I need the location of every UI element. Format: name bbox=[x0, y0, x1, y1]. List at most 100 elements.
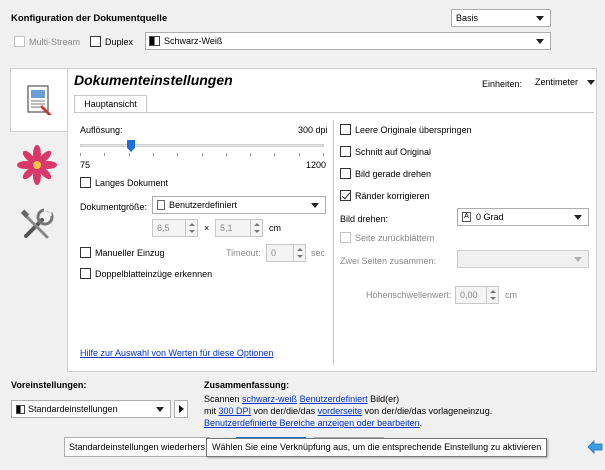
color-mode-icon bbox=[149, 36, 160, 46]
threshold-unit: cm bbox=[505, 290, 517, 300]
preset-icon bbox=[16, 405, 25, 414]
presets-value: Standardeinstellungen bbox=[28, 404, 118, 414]
page-flip-label: Seite zurückblättern bbox=[355, 233, 435, 243]
color-mode-value: Schwarz-Weiß bbox=[164, 36, 223, 46]
chevron-down-icon bbox=[587, 80, 595, 85]
resolution-label: Auflösung: bbox=[80, 125, 123, 135]
straighten-checkbox[interactable] bbox=[340, 168, 351, 179]
double-feed-label: Doppelblatteinzüge erkennen bbox=[95, 269, 213, 279]
summary-title: Zusammenfassung: bbox=[204, 380, 290, 390]
chevron-down-icon bbox=[574, 215, 582, 220]
resolution-slider[interactable] bbox=[80, 140, 324, 158]
units-value: Zentimeter bbox=[535, 77, 579, 87]
document-size-label: Dokumentgröße: bbox=[80, 202, 148, 212]
skip-blank-label: Leere Originale überspringen bbox=[355, 125, 472, 135]
spin-arrows-icon[interactable] bbox=[293, 245, 305, 261]
chevron-down-icon bbox=[574, 257, 582, 262]
source-title: Konfiguration der Dokumentquelle bbox=[11, 13, 168, 24]
color-mode-select[interactable]: Schwarz-Weiß bbox=[145, 32, 551, 50]
merge-label: Zwei Seiten zusammen: bbox=[340, 256, 437, 266]
rotate-value: 0 Grad bbox=[476, 212, 504, 222]
presets-select[interactable]: Standardeinstellungen bbox=[11, 400, 171, 418]
duplex-checkbox[interactable] bbox=[90, 36, 101, 47]
multistream-label: Multi-Stream bbox=[29, 37, 81, 47]
slider-tick bbox=[202, 153, 203, 156]
document-settings-icon bbox=[27, 85, 52, 115]
tab-divider bbox=[74, 112, 594, 113]
arrow-left-icon bbox=[587, 440, 603, 454]
summary-size-link[interactable]: Benutzerdefiniert bbox=[300, 394, 368, 404]
mode-select[interactable]: Basis bbox=[451, 9, 551, 27]
duplex-label: Duplex bbox=[105, 37, 134, 47]
spin-arrows-icon[interactable] bbox=[486, 287, 498, 303]
tools-icon bbox=[20, 208, 54, 239]
units-label: Einheiten: bbox=[482, 79, 523, 89]
timeout-unit: sec bbox=[311, 248, 326, 258]
presets-menu-button[interactable] bbox=[174, 400, 188, 418]
back-arrow-button[interactable] bbox=[587, 440, 603, 454]
summary-areas-link[interactable]: Benutzerdefinierte Bereiche anzeigen ode… bbox=[204, 418, 420, 428]
chevron-down-icon bbox=[536, 16, 544, 21]
manual-feed-label: Manueller Einzug bbox=[95, 248, 165, 258]
crop-checkbox[interactable] bbox=[340, 146, 351, 157]
slider-tick bbox=[153, 153, 154, 156]
slider-thumb[interactable] bbox=[127, 140, 135, 152]
spin-arrows-icon[interactable] bbox=[185, 220, 197, 236]
summary-side-link[interactable]: vorderseite bbox=[318, 406, 363, 416]
slider-tick bbox=[129, 153, 130, 156]
size-unit: cm bbox=[269, 223, 281, 233]
slider-tick bbox=[323, 153, 324, 156]
slider-tick bbox=[226, 153, 227, 156]
resolution-value: 300 dpi bbox=[298, 125, 328, 135]
chevron-down-icon bbox=[311, 203, 319, 208]
document-size-select[interactable]: Benutzerdefiniert bbox=[152, 196, 326, 214]
width-input[interactable]: 6,5 bbox=[152, 219, 198, 237]
mode-select-value: Basis bbox=[456, 13, 479, 23]
height-input[interactable]: 5,1 bbox=[215, 219, 263, 237]
chevron-down-icon bbox=[156, 407, 164, 412]
double-feed-checkbox[interactable] bbox=[80, 268, 91, 279]
rotate-label: Bild drehen: bbox=[340, 214, 389, 224]
category-advanced[interactable] bbox=[14, 200, 60, 250]
document-size-value: Benutzerdefiniert bbox=[169, 200, 238, 210]
help-link[interactable]: Hilfe zur Auswahl von Werten für diese O… bbox=[80, 348, 273, 358]
slider-tick bbox=[250, 153, 251, 156]
long-document-checkbox[interactable] bbox=[80, 177, 91, 188]
timeout-label: Timeout: bbox=[226, 248, 261, 258]
slider-tick bbox=[274, 153, 275, 156]
edges-checkbox[interactable] bbox=[340, 190, 351, 201]
long-document-label: Langes Dokument bbox=[95, 178, 169, 188]
spin-arrows-icon[interactable] bbox=[250, 220, 262, 236]
merge-select[interactable] bbox=[457, 250, 589, 268]
manual-feed-checkbox[interactable] bbox=[80, 247, 91, 258]
summary-dpi-link[interactable]: 300 DPI bbox=[219, 406, 252, 416]
timeout-input[interactable]: 0 bbox=[266, 244, 306, 262]
category-document[interactable] bbox=[10, 68, 68, 132]
rotate-select[interactable]: A 0 Grad bbox=[457, 208, 589, 226]
tab-hauptansicht[interactable]: Hauptansicht bbox=[74, 95, 147, 112]
multistream-checkbox[interactable] bbox=[14, 36, 25, 47]
summary-color-link[interactable]: schwarz-weiß bbox=[242, 394, 297, 404]
slider-tick bbox=[104, 153, 105, 156]
triangle-right-icon bbox=[179, 405, 184, 413]
slider-tick bbox=[80, 153, 81, 156]
restore-defaults-button[interactable]: Standardeinstellungen wiederhers bbox=[64, 437, 210, 457]
category-image[interactable] bbox=[14, 140, 60, 190]
slider-tick bbox=[177, 153, 178, 156]
summary-line-2: mit 300 DPI von der/die/das vorderseite … bbox=[204, 406, 493, 416]
tooltip: Wählen Sie eine Verknüpfung aus, um die … bbox=[206, 438, 548, 457]
units-select[interactable]: Zentimeter bbox=[531, 74, 597, 92]
slider-min: 75 bbox=[80, 160, 91, 170]
summary-line-1: Scannen schwarz-weiß Benutzerdefiniert B… bbox=[204, 394, 400, 404]
times-sign: × bbox=[204, 223, 210, 233]
crop-label: Schnitt auf Original bbox=[355, 147, 432, 157]
column-divider bbox=[333, 120, 334, 365]
rotate-icon: A bbox=[462, 212, 471, 222]
slider-tick bbox=[299, 153, 300, 156]
slider-track bbox=[80, 144, 324, 147]
threshold-input[interactable]: 0,00 bbox=[455, 286, 499, 304]
page-flip-checkbox[interactable] bbox=[340, 232, 351, 243]
doc-settings-title: Dokumenteinstellungen bbox=[74, 72, 233, 88]
skip-blank-checkbox[interactable] bbox=[340, 124, 351, 135]
straighten-label: Bild gerade drehen bbox=[355, 169, 432, 179]
